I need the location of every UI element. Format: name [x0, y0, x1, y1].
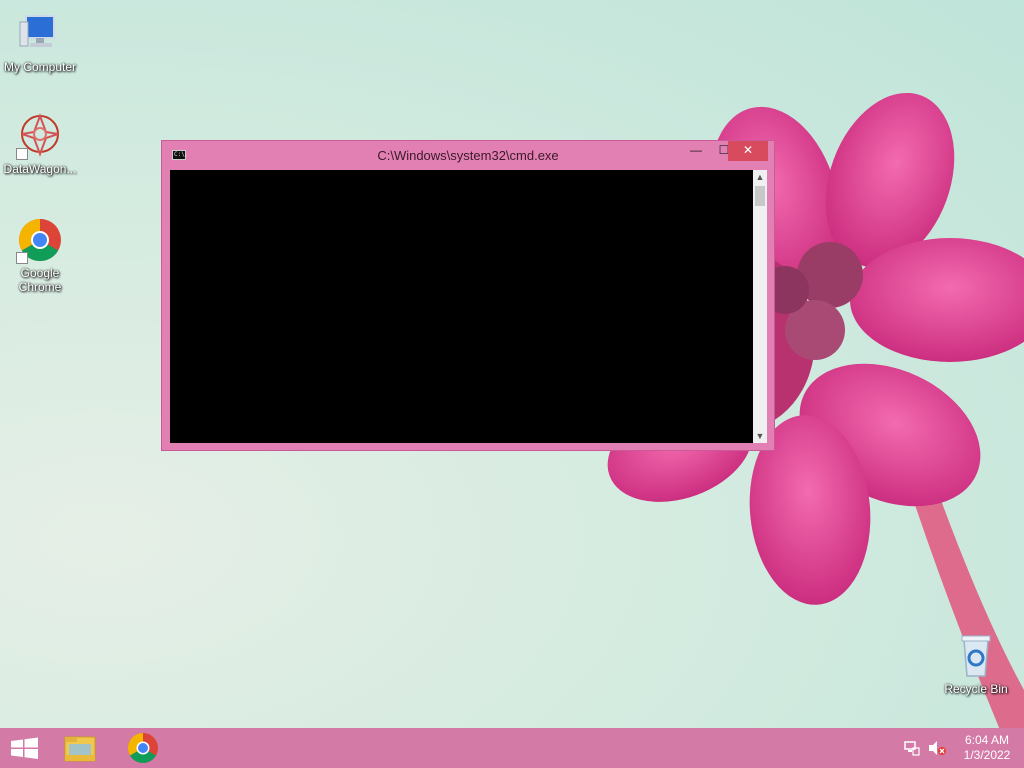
datawagon-icon — [16, 112, 64, 160]
close-button[interactable]: ✕ — [728, 141, 768, 161]
desktop-icon-label: DataWagon... — [3, 162, 77, 176]
chrome-icon — [16, 216, 64, 264]
taskbar-google-chrome[interactable] — [118, 728, 170, 768]
desktop-icon-label: Google Chrome — [18, 266, 62, 294]
clock-date: 1/3/2022 — [963, 748, 1011, 762]
shortcut-arrow-icon — [16, 148, 28, 160]
desktop-icon-label: My Computer — [3, 60, 77, 74]
taskbar: 6:04 AM 1/3/2022 — [0, 728, 1024, 768]
clock[interactable]: 6:04 AM 1/3/2022 — [956, 733, 1018, 763]
computer-icon — [16, 10, 64, 58]
desktop-icon-datawagon[interactable]: DataWagon... — [0, 112, 80, 176]
system-tray: 6:04 AM 1/3/2022 — [884, 728, 1024, 768]
chrome-icon — [127, 733, 158, 764]
console-area[interactable] — [170, 170, 753, 443]
desktop-icon-recycle-bin[interactable]: Recycle Bin — [936, 632, 1016, 696]
network-icon[interactable] — [904, 740, 920, 756]
desktop-icon-label: Recycle Bin — [944, 682, 1008, 696]
folder-icon — [64, 736, 96, 762]
taskbar-file-explorer[interactable] — [54, 728, 106, 768]
clock-time: 6:04 AM — [964, 733, 1010, 747]
cmd-window[interactable]: C:\. C:\Windows\system32\cmd.exe — ☐ ✕ ▲… — [161, 140, 775, 451]
desktop: My Computer DataWagon... Google Chrome R… — [0, 0, 1024, 768]
minimize-button[interactable]: — — [682, 141, 710, 161]
shortcut-arrow-icon — [16, 252, 28, 264]
scroll-up-button[interactable]: ▲ — [753, 170, 767, 184]
recycle-bin-icon — [952, 632, 1000, 680]
vertical-scrollbar[interactable]: ▲ ▼ — [753, 170, 767, 443]
volume-muted-icon[interactable] — [928, 740, 946, 756]
windows-logo-icon — [11, 737, 38, 759]
title-bar[interactable]: C:\. C:\Windows\system32\cmd.exe — ☐ ✕ — [162, 141, 774, 169]
desktop-icon-my-computer[interactable]: My Computer — [0, 10, 80, 74]
start-button[interactable] — [0, 728, 52, 768]
desktop-icon-google-chrome[interactable]: Google Chrome — [0, 216, 80, 294]
scroll-down-button[interactable]: ▼ — [753, 429, 767, 443]
scroll-thumb[interactable] — [755, 186, 765, 206]
